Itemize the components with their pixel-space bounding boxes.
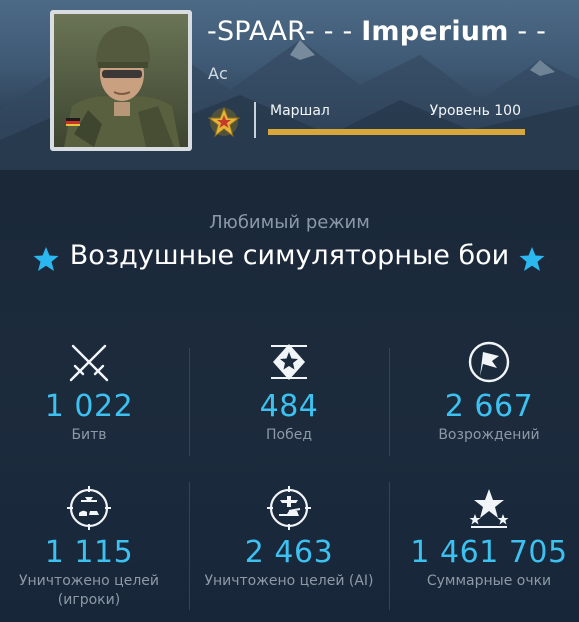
air-targets-icon	[67, 486, 111, 530]
score-stars-icon	[469, 489, 509, 528]
favorite-mode-name: Воздушные симуляторные бои	[69, 240, 510, 271]
level-progress-fill	[268, 129, 525, 135]
flag-respawn-icon	[468, 341, 510, 383]
nick-suffix: - -	[517, 16, 547, 47]
level-progress-bar	[268, 129, 525, 135]
stat-label: Побед	[265, 427, 313, 443]
stat-battles: 1 022 Битв	[0, 340, 184, 445]
soldier-avatar-image	[54, 14, 188, 147]
stat-label: Суммарные очки	[426, 573, 552, 589]
stat-value: 1 022	[44, 389, 134, 424]
stat-victories: 484 Побед	[194, 340, 384, 445]
column-divider	[189, 348, 190, 456]
stat-kills-players: 1 115 Уничтожено целей (игроки)	[0, 486, 184, 610]
player-title: Ас	[208, 64, 228, 83]
rank-divider	[254, 102, 256, 138]
stat-kills-ai: 2 463 Уничтожено целей (AI)	[194, 486, 384, 591]
star-icon	[519, 247, 545, 271]
stat-value: 1 115	[44, 535, 134, 570]
stat-label: Возрождений	[438, 427, 540, 443]
stat-total-score: 1 461 705 Суммарные очки	[394, 486, 579, 591]
crossed-swords-icon	[69, 344, 109, 382]
ground-targets-icon	[267, 486, 311, 530]
stat-value: 1 461 705	[410, 535, 568, 570]
column-divider	[189, 482, 190, 610]
gold-star-rank-icon	[208, 106, 240, 138]
stat-value: 2 667	[444, 389, 534, 424]
nick-prefix: -SPAAR- - -	[207, 16, 353, 47]
rank-name: Маршал	[270, 103, 330, 119]
profile-header: -SPAAR- - - Imperium - - Ас Маршал Урове…	[0, 0, 579, 170]
player-nickname: -SPAAR- - - Imperium - -	[207, 16, 546, 47]
stat-label: Битв	[71, 427, 107, 443]
stat-respawns: 2 667 Возрождений	[394, 340, 579, 445]
level-label: Уровень 100	[429, 103, 521, 119]
stat-label: Уничтожено целей (игроки)	[19, 573, 159, 608]
favorite-mode-label: Любимый режим	[209, 212, 370, 233]
column-divider	[389, 348, 390, 456]
stat-value: 484	[259, 389, 319, 424]
column-divider	[389, 482, 390, 610]
avatar[interactable]	[50, 10, 192, 151]
victory-star-icon	[271, 344, 307, 380]
stat-label: Уничтожено целей (AI)	[204, 573, 374, 589]
nick-clan: Imperium	[361, 16, 509, 47]
stat-value: 2 463	[244, 535, 334, 570]
